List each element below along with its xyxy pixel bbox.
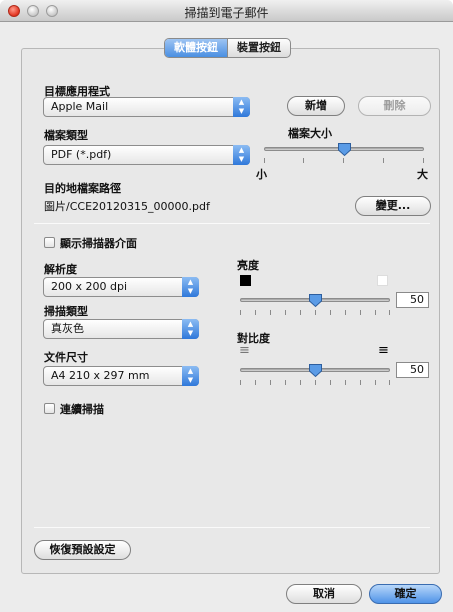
resolution-label: 解析度 (44, 263, 77, 276)
contrast-value-field[interactable]: 50 (396, 362, 429, 378)
cancel-button[interactable]: 取消 (286, 584, 362, 604)
dark-square-icon (240, 275, 251, 286)
restore-defaults-button[interactable]: 恢復預設設定 (34, 540, 131, 560)
destination-path: 圖片/CCE20120315_00000.pdf (44, 200, 210, 213)
contrast-slider-thumb[interactable] (308, 363, 323, 378)
ok-button[interactable]: 確定 (369, 584, 442, 604)
continuous-scan-checkbox[interactable] (44, 403, 55, 414)
brightness-label: 亮度 (237, 259, 259, 272)
high-contrast-icon: ≡ (378, 343, 389, 358)
low-contrast-icon: ≡ (239, 343, 250, 358)
show-scanner-ui-checkbox[interactable] (44, 237, 55, 248)
file-size-max-label: 大 (417, 168, 428, 181)
show-scanner-ui-label: 顯示掃描器介面 (60, 237, 137, 250)
tab-device-button[interactable]: 裝置按鈕 (227, 39, 290, 57)
delete-button[interactable]: 刪除 (358, 96, 431, 116)
contrast-ticks (240, 380, 390, 385)
continuous-scan-label: 連續掃描 (60, 403, 104, 416)
window-title: 掃描到電子郵件 (184, 6, 269, 20)
file-type-value: PDF (*.pdf) (51, 148, 112, 161)
document-size-select[interactable]: A4 210 x 297 mm ▲ ▼ (43, 366, 199, 386)
tab-bar: 軟體按鈕 裝置按鈕 (164, 38, 291, 58)
target-app-value: Apple Mail (51, 100, 109, 113)
resolution-value: 200 x 200 dpi (51, 280, 128, 293)
popup-arrows-icon: ▲ ▼ (182, 366, 199, 386)
scan-type-select[interactable]: 真灰色 ▲ ▼ (43, 319, 199, 339)
file-type-select[interactable]: PDF (*.pdf) ▲ ▼ (43, 145, 250, 165)
tab-software-button[interactable]: 軟體按鈕 (165, 39, 227, 57)
file-type-label: 檔案類型 (44, 129, 88, 142)
brightness-ticks (240, 310, 390, 315)
title-bar: 掃描到電子郵件 (0, 0, 453, 22)
brightness-slider-thumb[interactable] (308, 293, 323, 308)
popup-arrows-icon: ▲ ▼ (233, 97, 250, 117)
add-button[interactable]: 新增 (287, 96, 345, 116)
change-path-button[interactable]: 變更... (355, 196, 431, 216)
file-size-slider-thumb[interactable] (337, 142, 352, 157)
destination-label: 目的地檔案路徑 (44, 182, 121, 195)
brightness-value-field[interactable]: 50 (396, 292, 429, 308)
file-size-ticks (264, 158, 424, 163)
file-size-label: 檔案大小 (288, 127, 332, 140)
file-size-min-label: 小 (256, 168, 267, 181)
scan-type-label: 掃描類型 (44, 305, 88, 318)
document-size-value: A4 210 x 297 mm (51, 369, 150, 382)
popup-arrows-icon: ▲ ▼ (233, 145, 250, 165)
document-size-label: 文件尺寸 (44, 351, 88, 364)
popup-arrows-icon: ▲ ▼ (182, 319, 199, 339)
popup-arrows-icon: ▲ ▼ (182, 277, 199, 297)
scan-type-value: 真灰色 (51, 322, 84, 335)
light-square-icon (377, 275, 388, 286)
section-divider (34, 223, 430, 224)
dialog-window: 掃描到電子郵件 軟體按鈕 裝置按鈕 目標應用程式 Apple Mail ▲ ▼ 新… (0, 0, 453, 612)
target-app-select[interactable]: Apple Mail ▲ ▼ (43, 97, 250, 117)
bottom-divider (34, 527, 430, 528)
resolution-select[interactable]: 200 x 200 dpi ▲ ▼ (43, 277, 199, 297)
